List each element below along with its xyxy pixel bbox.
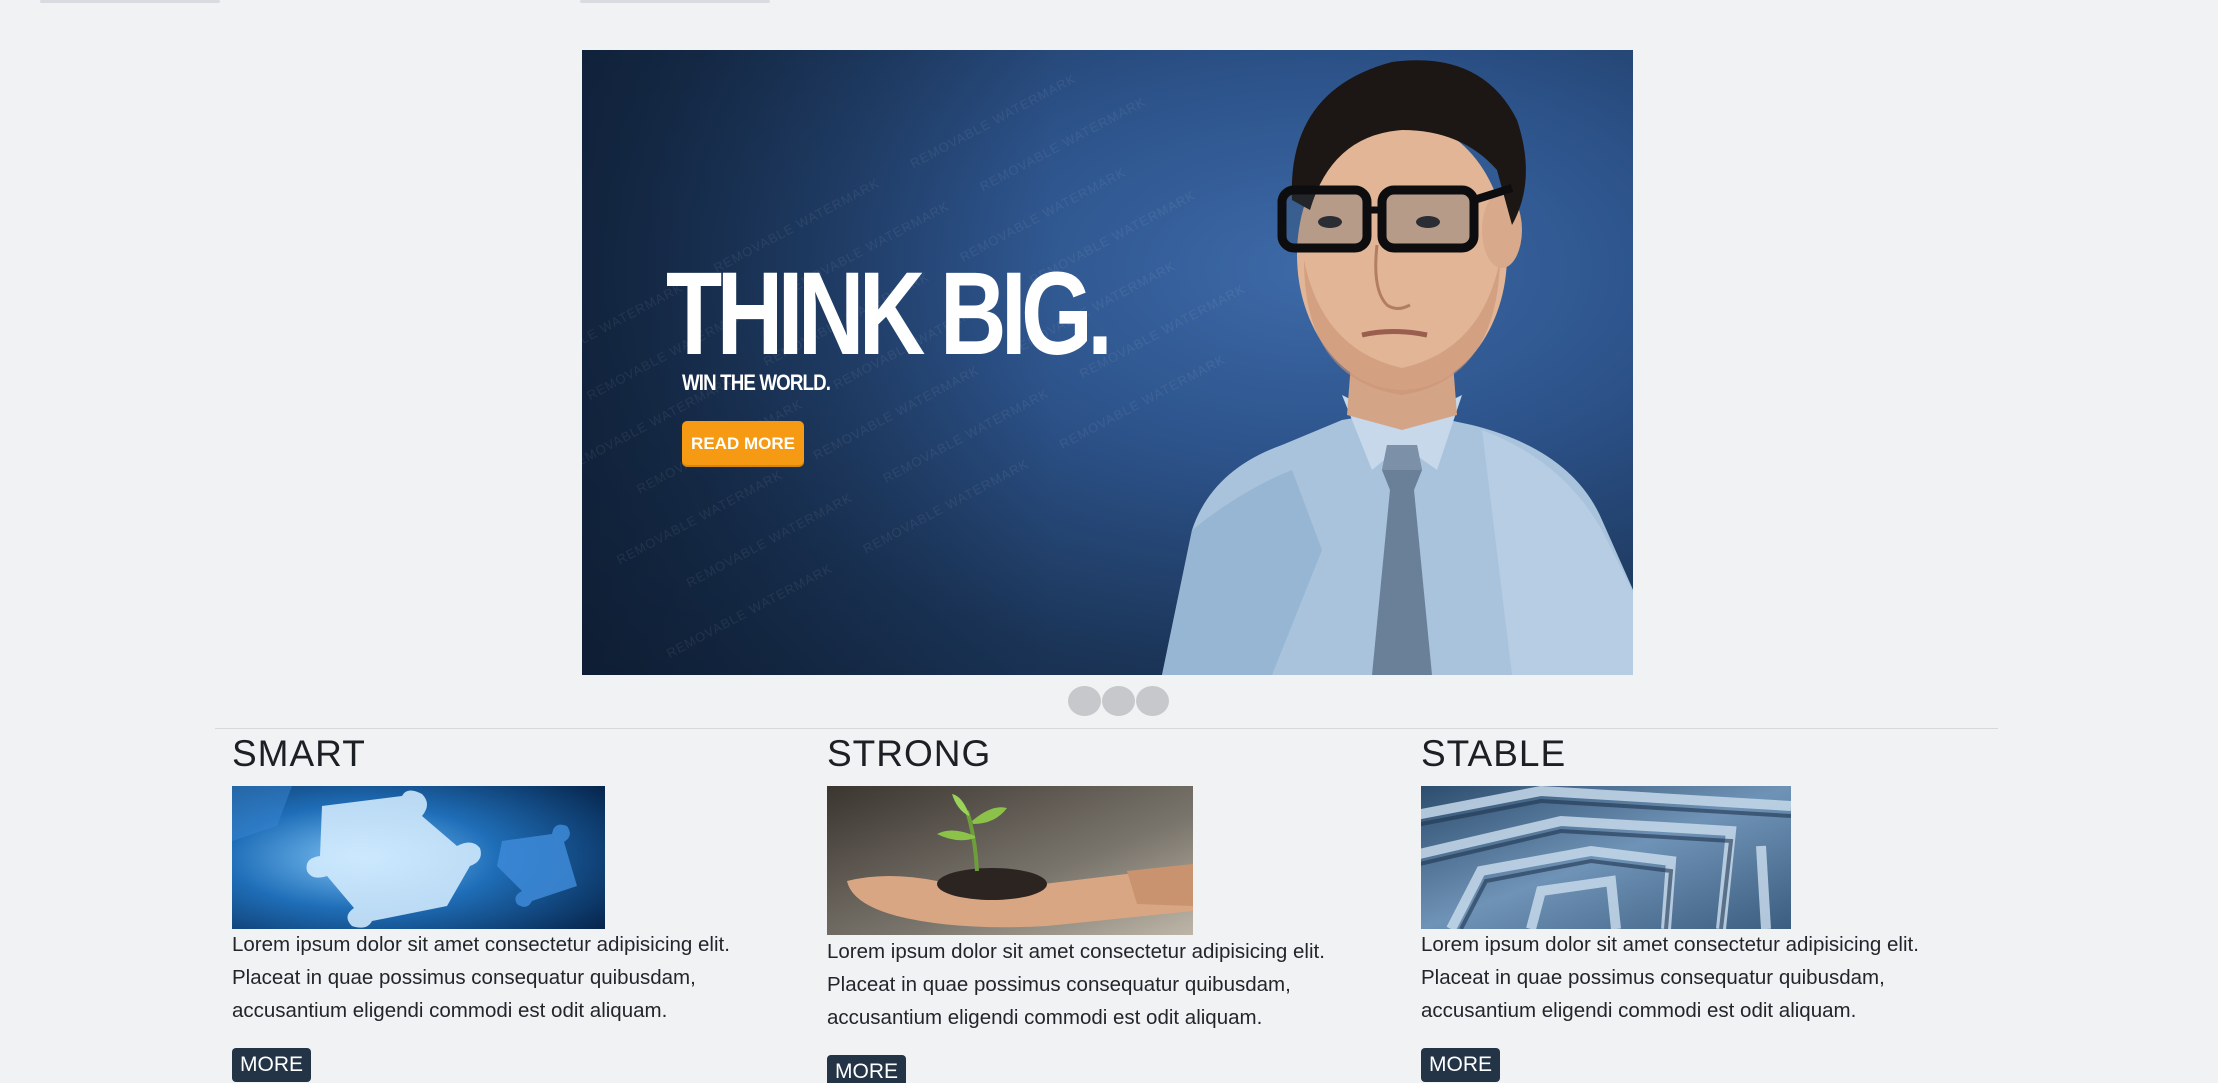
- hero-headline: THINK BIG.: [666, 248, 1113, 380]
- feature-title: STRONG: [827, 733, 992, 774]
- feature-description: Lorem ipsum dolor sit amet consectetur a…: [232, 933, 730, 1022]
- feature-title: STABLE: [1421, 733, 1567, 774]
- page: REMOVABLE WATERMARK REMOVABLE WATERMARK …: [0, 0, 2218, 1083]
- section-divider: [215, 728, 1998, 729]
- top-nav-remnant: [0, 0, 2218, 4]
- slider-dot-1[interactable]: [1068, 686, 1101, 716]
- maze-image: [1421, 786, 1791, 929]
- feature-description: Lorem ipsum dolor sit amet consectetur a…: [827, 940, 1325, 1029]
- hero-slider[interactable]: REMOVABLE WATERMARK REMOVABLE WATERMARK …: [582, 50, 1633, 675]
- stable-more-button[interactable]: MORE: [1421, 1048, 1500, 1082]
- hero-subheadline: WIN THE WORLD.: [682, 370, 831, 395]
- read-more-button[interactable]: READ MORE: [682, 421, 804, 467]
- strong-more-button[interactable]: MORE: [827, 1055, 906, 1083]
- sprout-in-hand-image: [827, 786, 1193, 935]
- slider-pagination: [1068, 686, 1170, 716]
- feature-description: Lorem ipsum dolor sit amet consectetur a…: [1421, 933, 1919, 1022]
- slider-dot-3[interactable]: [1136, 686, 1169, 716]
- puzzle-pieces-image: [232, 786, 605, 929]
- businessman-image: [1162, 60, 1633, 675]
- slider-dot-2[interactable]: [1102, 686, 1135, 716]
- feature-title: SMART: [232, 733, 366, 774]
- smart-more-button[interactable]: MORE: [232, 1048, 311, 1082]
